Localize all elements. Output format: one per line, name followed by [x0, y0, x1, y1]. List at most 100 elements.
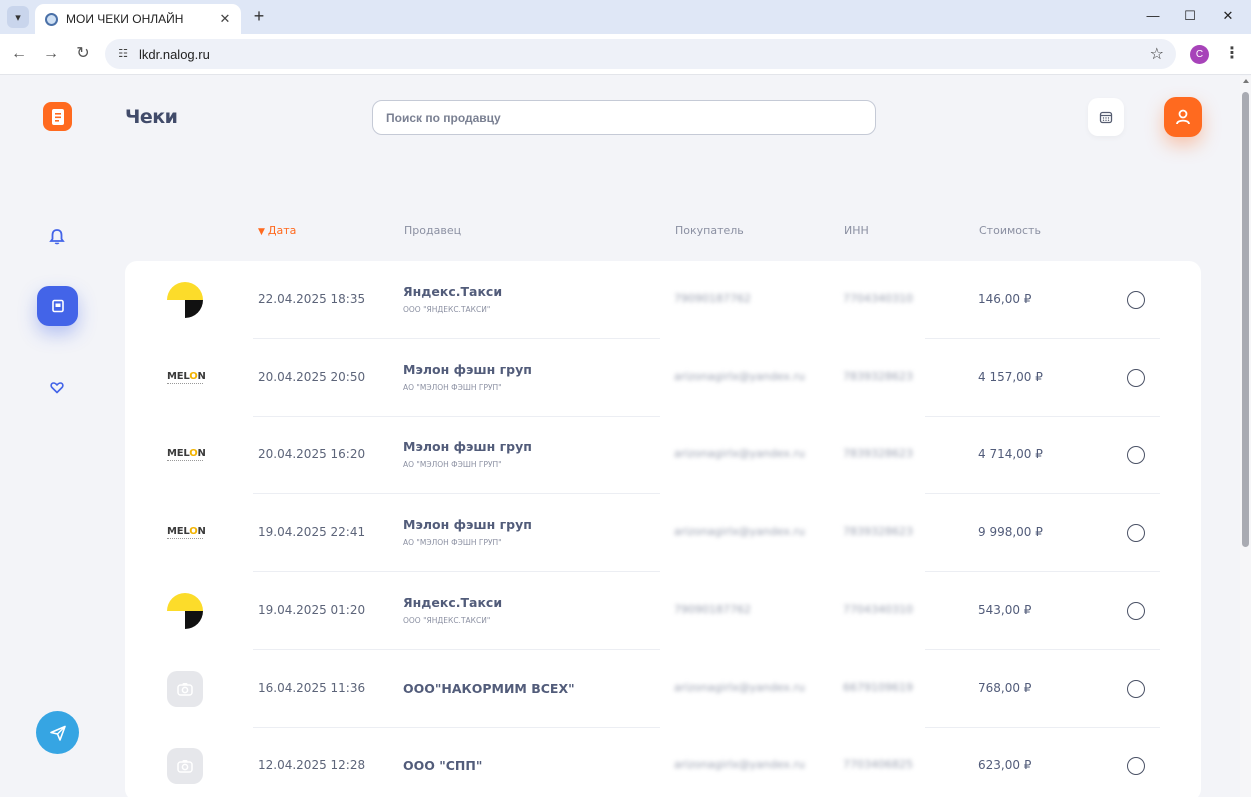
seller-inn: 7839328623 [843, 525, 913, 539]
camera-placeholder-icon [167, 670, 203, 707]
send-icon [49, 725, 66, 741]
back-button[interactable]: ← [9, 44, 29, 64]
seller-name: Яндекс.Такси [403, 594, 503, 610]
receipt-icon [51, 299, 64, 313]
table-row[interactable]: 16.04.2025 11:36 ООО"НАКОРМИМ ВСЕХ" arizon… [125, 650, 1201, 728]
maximize-button[interactable]: ☐ [1180, 6, 1200, 26]
table-row[interactable]: 19.04.2025 01:20 Яндекс.Такси ООО "ЯНДЕКС.… [125, 572, 1201, 650]
buyer-contact: arizonagirlx@yandex.ru [674, 447, 805, 461]
row-select-radio[interactable] [1127, 291, 1145, 309]
row-select-radio[interactable] [1127, 368, 1145, 387]
browser-toolbar: ← → ↻ ☷ lkdr.nalog.ru ☆ C ⋮ [0, 34, 1251, 75]
notifications-button[interactable] [47, 226, 67, 246]
seller-legal-name: АО "МЭЛОН ФЭШН ГРУП" [403, 460, 502, 470]
row-select-radio[interactable] [1127, 679, 1145, 698]
reload-button[interactable]: ↻ [73, 44, 93, 64]
forward-button[interactable]: → [41, 44, 61, 64]
column-header-buyer[interactable]: Покупатель [675, 224, 744, 237]
column-header-seller[interactable]: Продавец [404, 224, 461, 237]
yandex-taxi-logo-icon [167, 592, 203, 629]
row-select-radio[interactable] [1127, 757, 1145, 776]
page-scrollbar[interactable] [1240, 76, 1251, 797]
address-bar[interactable]: ☷ lkdr.nalog.ru ☆ [105, 39, 1176, 69]
user-icon [1176, 109, 1190, 125]
yandex-taxi-logo-icon [167, 282, 203, 318]
scrollbar-thumb[interactable] [1242, 92, 1249, 547]
tab-search-dropdown-button[interactable]: ▾ [7, 6, 29, 28]
seller-legal-name: АО "МЭЛОН ФЭШН ГРУП" [403, 382, 502, 392]
receipt-logo-icon [51, 108, 64, 125]
seller-inn: 7704340310 [843, 292, 913, 305]
column-header-inn[interactable]: ИНН [844, 224, 869, 237]
browser-tab-bar: ▾ МОИ ЧЕКИ ОНЛАЙН ✕ + — ☐ ✕ [0, 0, 1251, 34]
buyer-contact: arizonagirlx@yandex.ru [674, 680, 805, 694]
receipt-price: 4 714,00 ₽ [978, 447, 1043, 462]
bookmark-star-icon[interactable]: ☆ [1150, 44, 1164, 64]
column-header-date[interactable]: ▼ Дата [258, 224, 296, 237]
table-row[interactable]: 12.04.2025 12:28 ООО "СПП" arizonagirlx@ya… [125, 727, 1201, 797]
receipt-price: 4 157,00 ₽ [978, 369, 1043, 384]
scroll-up-arrow-icon[interactable] [1243, 79, 1249, 83]
user-profile-button[interactable] [1164, 97, 1202, 137]
melon-fashion-logo-icon: MELON [167, 371, 206, 385]
receipt-price: 9 998,00 ₽ [978, 525, 1043, 540]
melon-fashion-logo-icon: MELON [167, 526, 206, 540]
row-select-radio[interactable] [1127, 601, 1145, 620]
sidebar-item-receipts[interactable] [37, 286, 78, 326]
buyer-contact: arizonagirlx@yandex.ru [674, 525, 805, 539]
table-row[interactable]: MELON 19.04.2025 22:41 Мэлон фэшн груп АО "… [125, 494, 1201, 573]
minimize-button[interactable]: — [1143, 6, 1163, 26]
receipt-date: 12.04.2025 12:28 [258, 758, 366, 773]
profile-avatar[interactable]: C [1190, 45, 1209, 64]
site-settings-icon[interactable]: ☷ [115, 46, 131, 62]
table-row[interactable]: MELON 20.04.2025 16:20 Мэлон фэшн груп АО "… [125, 416, 1201, 495]
seller-name: Мэлон фэшн груп [403, 439, 532, 455]
browser-menu-icon[interactable]: ⋮ [1224, 44, 1240, 64]
receipt-date: 19.04.2025 01:20 [258, 602, 366, 617]
seller-legal-name: ООО "ЯНДЕКС.ТАКСИ" [403, 305, 491, 314]
receipt-date: 20.04.2025 20:50 [258, 369, 366, 384]
url-text: lkdr.nalog.ru [139, 47, 210, 62]
row-select-radio[interactable] [1127, 446, 1145, 465]
page-title: Чеки [125, 106, 178, 128]
seller-name: ООО"НАКОРМИМ ВСЕХ" [403, 680, 575, 696]
heart-icon [50, 381, 64, 393]
telegram-support-button[interactable] [36, 711, 79, 754]
seller-inn: 7704340310 [843, 602, 913, 616]
seller-search-input[interactable] [372, 100, 876, 135]
row-select-radio[interactable] [1127, 524, 1145, 543]
receipt-date: 20.04.2025 16:20 [258, 447, 366, 462]
sort-desc-icon: ▼ [258, 227, 265, 237]
buyer-contact: 79090187762 [674, 292, 751, 305]
table-row[interactable]: 22.04.2025 18:35 Яндекс.Такси ООО "ЯНДЕКС.… [125, 261, 1201, 339]
seller-legal-name: ООО "ЯНДЕКС.ТАКСИ" [403, 615, 491, 625]
melon-fashion-logo-icon: MELON [167, 448, 206, 462]
seller-inn: 6679109619 [843, 680, 913, 694]
close-window-button[interactable]: ✕ [1218, 6, 1238, 26]
sidebar-item-favorites[interactable] [47, 377, 67, 397]
receipt-date: 22.04.2025 18:35 [258, 292, 366, 306]
seller-inn: 7839328623 [843, 369, 913, 383]
table-row[interactable]: MELON 20.04.2025 20:50 Мэлон фэшн груп АО "… [125, 339, 1201, 417]
seller-inn: 7839328623 [843, 447, 913, 461]
receipt-price: 623,00 ₽ [978, 758, 1032, 773]
new-tab-button[interactable]: + [249, 6, 269, 26]
camera-placeholder-icon [167, 748, 203, 785]
browser-tab[interactable]: МОИ ЧЕКИ ОНЛАЙН ✕ [35, 4, 241, 34]
site-favicon-icon [45, 12, 58, 26]
app-logo[interactable] [43, 102, 72, 131]
buyer-contact: arizonagirlx@yandex.ru [674, 369, 805, 383]
seller-name: Мэлон фэшн груп [403, 517, 532, 533]
tab-title: МОИ ЧЕКИ ОНЛАЙН [66, 12, 184, 26]
receipt-price: 146,00 ₽ [978, 292, 1032, 306]
receipt-price: 543,00 ₽ [978, 602, 1032, 617]
column-header-price[interactable]: Стоимость [979, 224, 1041, 237]
receipt-price: 768,00 ₽ [978, 680, 1032, 695]
seller-name: Мэлон фэшн груп [403, 361, 532, 377]
receipt-date: 16.04.2025 11:36 [258, 680, 366, 695]
seller-legal-name: АО "МЭЛОН ФЭШН ГРУП" [403, 538, 502, 548]
bell-icon [49, 228, 65, 244]
calendar-filter-button[interactable] [1088, 98, 1124, 136]
close-tab-icon[interactable]: ✕ [215, 11, 235, 27]
seller-name: Яндекс.Такси [403, 284, 503, 299]
